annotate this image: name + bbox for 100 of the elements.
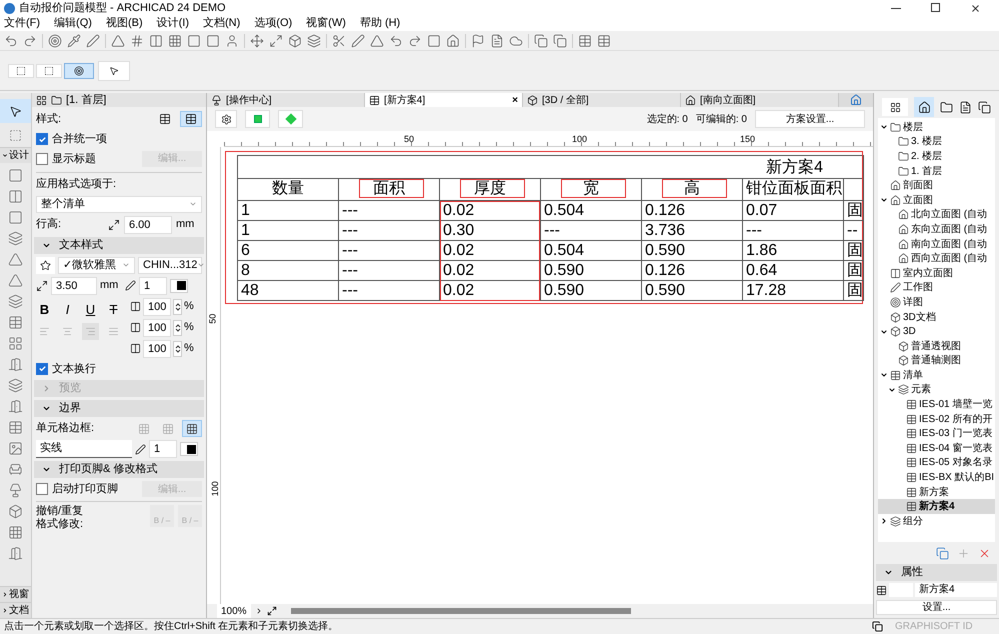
caret-icon[interactable] — [880, 123, 888, 132]
window-icon[interactable] — [872, 621, 883, 632]
tree-item[interactable]: 1. 首层 — [878, 164, 995, 178]
input-field[interactable]: 6.00 — [124, 216, 172, 234]
input-field[interactable]: 1 — [139, 276, 167, 294]
tree-item[interactable]: IES-05 对象名录 — [878, 456, 995, 470]
favorites-button[interactable] — [36, 256, 56, 274]
toolbar-icon[interactable] — [48, 34, 62, 48]
zoom-field[interactable]: 100% — [217, 604, 251, 618]
tree-item[interactable]: 剖面图 — [878, 178, 995, 193]
toolbar-icon[interactable] — [490, 34, 504, 48]
publisher-icon[interactable] — [978, 100, 991, 114]
fit-icon[interactable] — [266, 606, 277, 616]
input-field[interactable]: 100 — [143, 318, 171, 336]
tree-item[interactable]: IES-03 门一览表 — [878, 426, 995, 442]
table-style-option[interactable] — [180, 111, 202, 127]
toolbar-icon[interactable] — [4, 34, 18, 48]
project-map-tab[interactable] — [914, 97, 934, 117]
restore-button[interactable] — [931, 2, 940, 12]
tool-icon[interactable] — [8, 252, 23, 267]
toolbar-icon[interactable] — [111, 34, 125, 48]
caret-icon[interactable] — [880, 517, 888, 526]
toolbar-icon[interactable] — [389, 34, 403, 48]
toolbar-icon[interactable] — [206, 34, 220, 48]
menu-item[interactable]: 视图(B) — [106, 15, 143, 32]
close-tab-button[interactable]: × — [512, 92, 518, 108]
settings-button[interactable] — [215, 110, 237, 128]
menu-item[interactable]: 选项(O) — [254, 15, 292, 32]
menu-item[interactable]: 编辑(Q) — [54, 15, 92, 32]
tree-item[interactable]: 南向立面图 (自动 — [878, 236, 995, 252]
toolbar-icon[interactable] — [578, 34, 592, 48]
checkbox[interactable] — [36, 152, 48, 165]
tool-icon[interactable] — [8, 525, 23, 540]
tree-item[interactable]: 清单 — [878, 368, 995, 383]
spinner[interactable] — [173, 298, 182, 314]
document-tab[interactable]: [新方案4] × — [365, 93, 523, 107]
spinner[interactable] — [173, 320, 182, 336]
format-button[interactable]: U — [82, 302, 99, 318]
toolbar-icon[interactable] — [168, 34, 182, 48]
settings-button[interactable]: 设置... — [876, 600, 997, 615]
close-icon[interactable] — [970, 2, 981, 14]
toolbar-icon[interactable] — [446, 34, 460, 48]
color-swatch[interactable] — [180, 442, 198, 456]
tree-item[interactable]: 详图 — [878, 295, 995, 310]
caret-icon[interactable] — [884, 568, 893, 577]
font-select[interactable]: ✓微软雅黑 — [58, 256, 135, 274]
document-tab[interactable]: [南向立面图] — [681, 93, 839, 107]
apply-select[interactable]: 整个清单 — [36, 196, 202, 212]
tree-item[interactable]: 北向立面图 (自动 — [878, 208, 995, 222]
caret-icon[interactable] — [2, 607, 8, 614]
toolbar-icon[interactable] — [288, 34, 302, 48]
toolbar-icon[interactable] — [67, 34, 81, 48]
tree-item[interactable]: 元素 — [878, 382, 995, 398]
tool-icon[interactable] — [8, 420, 23, 435]
tool-icon[interactable] — [8, 336, 23, 351]
house-icon[interactable] — [850, 94, 862, 106]
tool-icon[interactable] — [8, 378, 23, 393]
tree-item[interactable]: 普通透视图 — [878, 338, 995, 354]
name-field[interactable]: 新方案4 — [915, 583, 997, 597]
caret-icon[interactable] — [888, 386, 896, 394]
caret-icon[interactable] — [880, 328, 888, 336]
select-button[interactable] — [245, 110, 270, 128]
tree-item[interactable]: 立面图 — [878, 192, 995, 208]
tool-icon[interactable] — [8, 315, 23, 330]
toolbar-icon[interactable] — [332, 34, 346, 48]
toolbar-icon[interactable] — [509, 34, 523, 48]
line-type-select[interactable]: 实线 — [36, 440, 132, 458]
folder-icon[interactable] — [940, 100, 953, 114]
input-field[interactable]: 100 — [143, 340, 171, 358]
toolbar-icon[interactable] — [86, 34, 100, 48]
tool-icon[interactable] — [8, 441, 23, 456]
layout-icon[interactable] — [959, 100, 972, 114]
format-button[interactable]: T — [105, 302, 122, 318]
tree-item[interactable]: 新方案 — [878, 484, 995, 500]
color-swatch[interactable] — [170, 278, 188, 292]
tool-option-button[interactable] — [8, 64, 34, 78]
toolbar-icon[interactable] — [427, 34, 441, 48]
tree-item[interactable]: 室内立面图 — [878, 266, 995, 281]
tool-icon[interactable] — [8, 483, 23, 498]
tree-item[interactable]: 3. 楼层 — [878, 134, 995, 150]
tree-item[interactable]: IES-04 窗一览表 — [878, 441, 995, 456]
input-field[interactable]: 1 — [149, 440, 177, 458]
tree-item[interactable]: 3D文档 — [878, 310, 995, 324]
toolbar-icon[interactable] — [187, 34, 201, 48]
tree-item[interactable]: 新方案4 — [878, 499, 995, 514]
tree-item[interactable]: 工作图 — [878, 280, 995, 296]
spinner[interactable] — [173, 340, 182, 356]
tool-icon[interactable] — [8, 189, 23, 204]
caret-icon[interactable] — [42, 404, 51, 413]
tool-icon[interactable] — [8, 294, 23, 309]
open-view-icon[interactable] — [936, 546, 949, 560]
toolbar-icon[interactable] — [269, 34, 283, 48]
tool-icon[interactable] — [8, 546, 23, 561]
toolbar-icon[interactable] — [408, 34, 422, 48]
menu-item[interactable]: 设计(I) — [156, 15, 189, 32]
toolbar-icon[interactable] — [149, 34, 163, 48]
tool-icon[interactable] — [8, 210, 23, 225]
tool-icon[interactable] — [8, 399, 23, 414]
tool-option-button[interactable] — [64, 62, 94, 78]
toolbar-icon[interactable] — [307, 34, 321, 48]
